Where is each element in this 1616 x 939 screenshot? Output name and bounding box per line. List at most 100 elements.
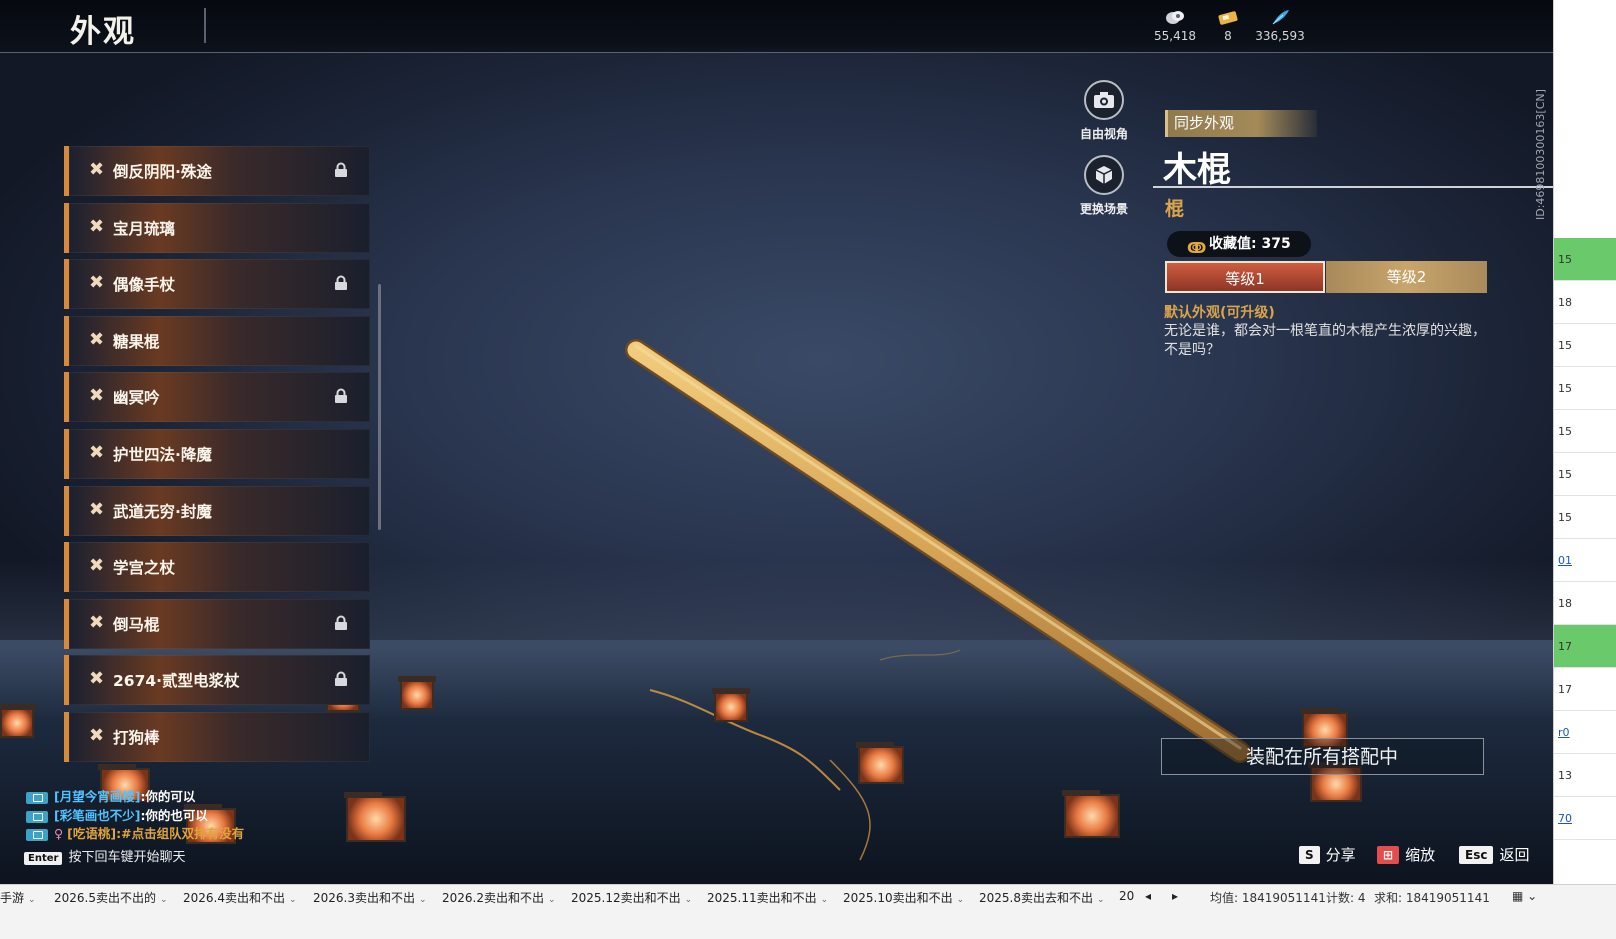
skin-list-item[interactable]: ✖ 偶像手杖	[64, 259, 370, 310]
chevron-down-icon[interactable]: ⌄	[821, 895, 829, 905]
chat-line: [彩笔画也不少]:你的也可以	[26, 805, 208, 824]
top-bar: 外观 55,418 8 336,593	[0, 0, 1553, 53]
chevron-down-icon[interactable]: ⌄	[1097, 895, 1105, 905]
back-hotkey[interactable]: Esc 返回	[1459, 844, 1529, 865]
spreadsheet-cell[interactable]: 01	[1554, 539, 1616, 582]
spreadsheet-cell[interactable]: 15	[1554, 410, 1616, 453]
spreadsheet-cell[interactable]: 13	[1554, 754, 1616, 797]
spreadsheet-cell[interactable]: r0	[1554, 711, 1616, 754]
lantern	[1062, 790, 1120, 838]
grid-view-icon[interactable]: ▦ ⌄	[1512, 889, 1537, 903]
change-scene-button[interactable]: 更换场景	[1069, 155, 1139, 217]
lantern	[398, 676, 436, 710]
skin-name: 学宫之杖	[113, 559, 176, 578]
description-title: 默认外观(可升级)	[1164, 305, 1275, 321]
title-divider	[204, 8, 206, 43]
sheet-tab-label: 2026.2卖出和不出	[442, 891, 544, 905]
sheet-tab[interactable]: 2026.5卖出不出的 ⌄	[54, 889, 168, 906]
page-title: 外观	[70, 14, 136, 50]
spreadsheet-cell[interactable]: 17	[1554, 625, 1616, 668]
cross-weapons-icon: ✖	[89, 724, 105, 746]
skin-name: 倒马棍	[113, 615, 160, 634]
chat-input-hint[interactable]: Enter 按下回车键开始聊天	[24, 846, 185, 865]
spreadsheet-cell[interactable]: 15	[1554, 238, 1616, 281]
sheet-tab[interactable]: 2026.2卖出和不出 ⌄	[442, 889, 556, 906]
skin-name: 2674·贰型电浆杖	[113, 672, 240, 691]
cross-weapons-icon: ✖	[89, 385, 105, 407]
share-label: 分享	[1325, 846, 1356, 864]
spreadsheet-cell[interactable]: 17	[1554, 668, 1616, 711]
sheet-tab-label: 手游	[0, 891, 25, 905]
free-view-button[interactable]: 自由视角	[1069, 80, 1139, 142]
lantern	[712, 688, 750, 722]
spreadsheet-cell[interactable]: 70	[1554, 797, 1616, 840]
spreadsheet-cell[interactable]: 18	[1554, 281, 1616, 324]
lantern	[344, 792, 406, 842]
cross-weapons-icon: ✖	[89, 272, 105, 294]
swirl-icon: ↂ	[1187, 239, 1207, 257]
name-divider	[1153, 186, 1553, 188]
change-scene-label: 更换场景	[1079, 202, 1128, 216]
sheet-tab[interactable]: 20	[1119, 889, 1134, 903]
cross-weapons-icon: ✖	[89, 215, 105, 237]
sheet-tab[interactable]: 2026.3卖出和不出 ⌄	[313, 889, 427, 906]
zoom-label: 缩放	[1405, 846, 1436, 864]
skin-name: 宝月琉璃	[113, 219, 176, 238]
skin-list-item[interactable]: ✖ 护世四法·降魔	[64, 428, 370, 479]
chat-line: [月望今宵画楼]:你的可以	[26, 786, 195, 805]
sheet-tab-label: 20	[1119, 889, 1135, 903]
cross-weapons-icon: ✖	[89, 555, 105, 577]
sheet-tab[interactable]: 2026.4卖出和不出 ⌄	[183, 889, 297, 906]
skin-list-item[interactable]: ✖ 宝月琉璃	[64, 202, 370, 253]
chevron-down-icon[interactable]: ⌄	[957, 895, 965, 905]
scroll-left-icon[interactable]: ◂	[1145, 889, 1151, 903]
chat-sender[interactable]: [吃语桃]	[67, 826, 116, 841]
scroll-right-icon[interactable]: ▸	[1172, 889, 1178, 903]
chevron-down-icon[interactable]: ⌄	[419, 895, 427, 905]
sheet-tab[interactable]: 2025.11卖出和不出 ⌄	[707, 889, 828, 906]
mouse-icon: ⊞	[1377, 846, 1400, 864]
sheet-tab-label: 2026.4卖出和不出	[183, 891, 285, 905]
cube-icon	[1084, 155, 1124, 195]
spreadsheet-cell[interactable]: 18	[1554, 582, 1616, 625]
collection-value-pill: ↂ 收藏值: 375	[1167, 231, 1311, 257]
lock-icon	[334, 615, 348, 631]
skin-name: 武道无穷·封魔	[113, 502, 212, 521]
level-1-tab[interactable]: 等级1	[1165, 261, 1325, 293]
skin-list-item[interactable]: ✖ 糖果棍	[64, 315, 370, 366]
level-2-tab[interactable]: 等级2	[1326, 261, 1487, 293]
chat-sender[interactable]: [彩笔画也不少]	[54, 808, 140, 823]
spreadsheet-cell[interactable]: 15	[1554, 496, 1616, 539]
chevron-down-icon[interactable]: ⌄	[28, 895, 36, 905]
list-scrollbar[interactable]	[378, 284, 381, 530]
lantern	[856, 742, 904, 784]
cross-weapons-icon: ✖	[89, 611, 105, 633]
chat-sender[interactable]: [月望今宵画楼]	[54, 789, 140, 804]
spreadsheet-cell[interactable]: 15	[1554, 367, 1616, 410]
chevron-down-icon[interactable]: ⌄	[685, 895, 693, 905]
game-viewport: 外观 55,418 8 336,593 ✖ 倒反阴阳·殊途 ✖ 宝月琉璃 ✖ 偶像手杖 ✖ 糖…	[0, 0, 1553, 908]
spreadsheet-cell[interactable]: 15	[1554, 453, 1616, 496]
item-type: 棍	[1165, 198, 1185, 220]
skin-list-item[interactable]: ✖ 学宫之杖	[64, 542, 370, 593]
sync-appearance-badge[interactable]: 同步外观	[1165, 110, 1317, 137]
sheet-tab[interactable]: 2025.8卖出去和不出 ⌄	[979, 889, 1105, 906]
chevron-down-icon[interactable]: ⌄	[548, 895, 556, 905]
equip-all-button[interactable]: 装配在所有搭配中	[1161, 738, 1484, 775]
skin-list-item[interactable]: ✖ 倒马棍	[64, 598, 370, 649]
sheet-tab[interactable]: 手游 ⌄	[0, 889, 36, 906]
skin-list-item[interactable]: ✖ 2674·贰型电浆杖	[64, 655, 370, 706]
sheet-tab[interactable]: 2025.12卖出和不出 ⌄	[571, 889, 692, 906]
skin-list-item[interactable]: ✖ 打狗棒	[64, 711, 370, 762]
zoom-hotkey[interactable]: ⊞ 缩放	[1377, 844, 1435, 865]
chevron-down-icon[interactable]: ⌄	[289, 895, 297, 905]
sheet-tab[interactable]: 2025.10卖出和不出 ⌄	[843, 889, 964, 906]
spreadsheet-cell[interactable]: 15	[1554, 324, 1616, 367]
skin-list-item[interactable]: ✖ 倒反阴阳·殊途	[64, 146, 370, 196]
share-hotkey[interactable]: S 分享	[1299, 844, 1356, 865]
chevron-down-icon[interactable]: ⌄	[160, 895, 168, 905]
feather-value: 336,593	[1255, 29, 1305, 43]
skin-list-item[interactable]: ✖ 武道无穷·封魔	[64, 485, 370, 536]
skin-list-item[interactable]: ✖ 幽冥吟	[64, 372, 370, 423]
skin-name: 打狗棒	[113, 728, 160, 747]
